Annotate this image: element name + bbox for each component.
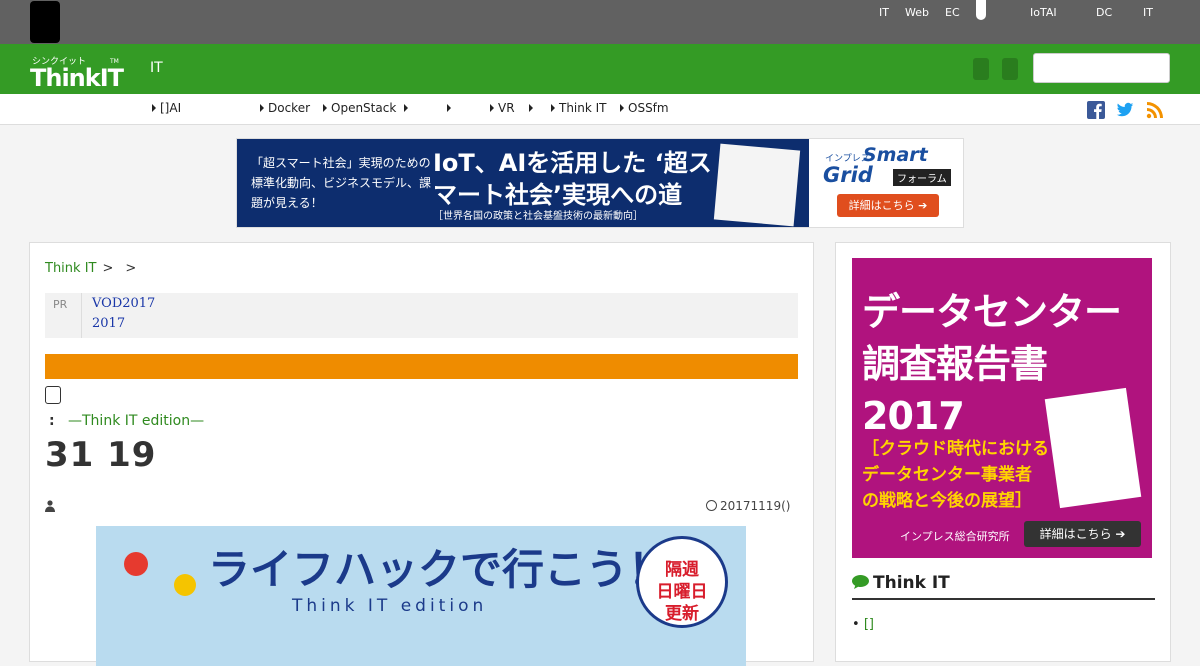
caret-right-icon bbox=[323, 104, 327, 112]
hero-schedule-badge: 隔週 日曜日 更新 bbox=[636, 536, 728, 628]
nav-item-7[interactable] bbox=[529, 101, 537, 115]
caret-right-icon bbox=[447, 104, 451, 112]
hero-title: ライフハックで行こう！ bbox=[208, 545, 671, 594]
article-title: 31 19 bbox=[45, 435, 157, 475]
header-button-2[interactable] bbox=[1002, 58, 1018, 80]
speech-bubble-icon bbox=[852, 575, 869, 589]
site-header: シンクイット ThinkIT TM IT bbox=[0, 44, 1200, 94]
clock-icon bbox=[706, 500, 717, 511]
banner-brand-forum: フォーラム bbox=[893, 169, 951, 186]
breadcrumb-separator-2: > bbox=[125, 261, 137, 276]
pr-link-2[interactable]: 2017 bbox=[92, 316, 125, 331]
nav-item-openstack[interactable]: OpenStack bbox=[323, 101, 396, 115]
sidebar-heading-rule bbox=[852, 598, 1155, 600]
top-bar-toggle[interactable] bbox=[976, 0, 986, 20]
banner-document-image bbox=[713, 143, 801, 227]
twitter-icon[interactable] bbox=[1116, 101, 1134, 119]
author-icon bbox=[45, 500, 55, 512]
top-link-iotai[interactable]: IoTAI bbox=[1030, 6, 1057, 19]
facebook-icon[interactable] bbox=[1087, 101, 1105, 119]
sidebar-ad-report-image bbox=[1044, 387, 1142, 509]
banner-subtitle: 「超スマート社会」実現のための標準化動向、ビジネスモデル、課題が見える！ bbox=[251, 156, 432, 210]
caret-right-icon bbox=[529, 104, 533, 112]
series-link[interactable]: —Think IT edition— bbox=[68, 413, 204, 429]
hero-edition: Think IT edition bbox=[292, 596, 488, 616]
sidebar: データセンター 調査報告書 2017 ［クラウド時代における データセンター事業… bbox=[835, 242, 1171, 662]
sidebar-ad-publisher: インプレス総合研究所 bbox=[900, 530, 1010, 543]
top-link-it-2[interactable]: IT bbox=[1143, 6, 1153, 19]
banner-brand-grid: Grid bbox=[823, 163, 873, 187]
sidebar-ad-subtitle: ［クラウド時代における データセンター事業者 の戦略と今後の展望］ bbox=[862, 439, 1049, 511]
badge-line-3: 更新 bbox=[665, 604, 699, 624]
article-main: Think IT > > PR VOD2017 2017 : —Think IT e… bbox=[29, 242, 814, 666]
caret-right-icon bbox=[260, 104, 264, 112]
top-bar: IT Web EC IoTAI DC IT bbox=[0, 0, 1200, 44]
caret-right-icon bbox=[404, 104, 408, 112]
search-input[interactable] bbox=[1033, 53, 1170, 83]
top-link-ec[interactable]: EC bbox=[945, 6, 960, 19]
caret-right-icon bbox=[620, 104, 624, 112]
nav-item-ai[interactable]: []AI bbox=[152, 101, 181, 115]
nav-item-4[interactable] bbox=[404, 101, 412, 115]
header-button-1[interactable] bbox=[973, 58, 989, 80]
article-hero-image: ライフハックで行こう！ Think IT edition 隔週 日曜日 更新 bbox=[96, 526, 746, 666]
nav-item-ossfm[interactable]: OSSfm bbox=[620, 101, 669, 115]
banner-footer: ［世界各国の政策と社会基盤技術の最新動向］ bbox=[433, 211, 643, 222]
series-prefix: : bbox=[49, 413, 55, 429]
pr-box: PR VOD2017 2017 bbox=[45, 293, 798, 338]
banner-main-title: IoT、AIを活用した ‘超スマート社会’実現への道 bbox=[433, 149, 712, 209]
bookmark-checkbox[interactable] bbox=[45, 386, 61, 404]
top-link-it[interactable]: IT bbox=[879, 6, 889, 19]
category-nav: []AI Docker OpenStack VR Think IT OSSfm bbox=[0, 94, 1200, 125]
banner-ad-smart-grid[interactable]: 「超スマート社会」実現のための標準化動向、ビジネスモデル、課題が見える！ IoT… bbox=[236, 138, 964, 228]
top-link-dc[interactable]: DC bbox=[1096, 6, 1112, 19]
impress-logo[interactable] bbox=[30, 1, 60, 43]
caret-right-icon bbox=[551, 104, 555, 112]
pr-label: PR bbox=[53, 298, 68, 311]
rss-icon[interactable] bbox=[1146, 101, 1164, 119]
badge-icon bbox=[174, 574, 196, 596]
caret-right-icon bbox=[152, 104, 156, 112]
top-link-web[interactable]: Web bbox=[905, 6, 929, 19]
header-section-label: IT bbox=[150, 60, 163, 76]
logo-text: ThinkIT bbox=[30, 64, 124, 92]
nav-item-docker[interactable]: Docker bbox=[260, 101, 310, 115]
breadcrumb-separator: > bbox=[102, 261, 114, 276]
nav-item-vr[interactable]: VR bbox=[490, 101, 515, 115]
pr-link-1[interactable]: VOD2017 bbox=[92, 296, 155, 311]
logo-tm: TM bbox=[110, 58, 119, 65]
sidebar-ad-button[interactable]: 詳細はこちら ➔ bbox=[1024, 521, 1141, 547]
sidebar-heading: Think IT bbox=[852, 573, 950, 593]
pin-icon bbox=[124, 552, 148, 576]
nav-item-5[interactable] bbox=[447, 101, 455, 115]
breadcrumb: Think IT > > bbox=[45, 261, 142, 276]
banner-ad-panel: 「超スマート社会」実現のための標準化動向、ビジネスモデル、課題が見える！ IoT… bbox=[237, 139, 809, 227]
caret-right-icon bbox=[490, 104, 494, 112]
breadcrumb-home[interactable]: Think IT bbox=[45, 261, 96, 276]
sidebar-ad-datacenter[interactable]: データセンター 調査報告書 2017 ［クラウド時代における データセンター事業… bbox=[852, 258, 1152, 558]
banner-details-button[interactable]: 詳細はこちら ➔ bbox=[837, 194, 939, 217]
series-bar bbox=[45, 354, 798, 379]
thinkit-logo[interactable]: シンクイット ThinkIT TM bbox=[30, 54, 124, 94]
nav-item-thinkit[interactable]: Think IT bbox=[551, 101, 607, 115]
publish-date: 20171119() bbox=[720, 499, 791, 513]
pr-divider bbox=[81, 293, 82, 338]
